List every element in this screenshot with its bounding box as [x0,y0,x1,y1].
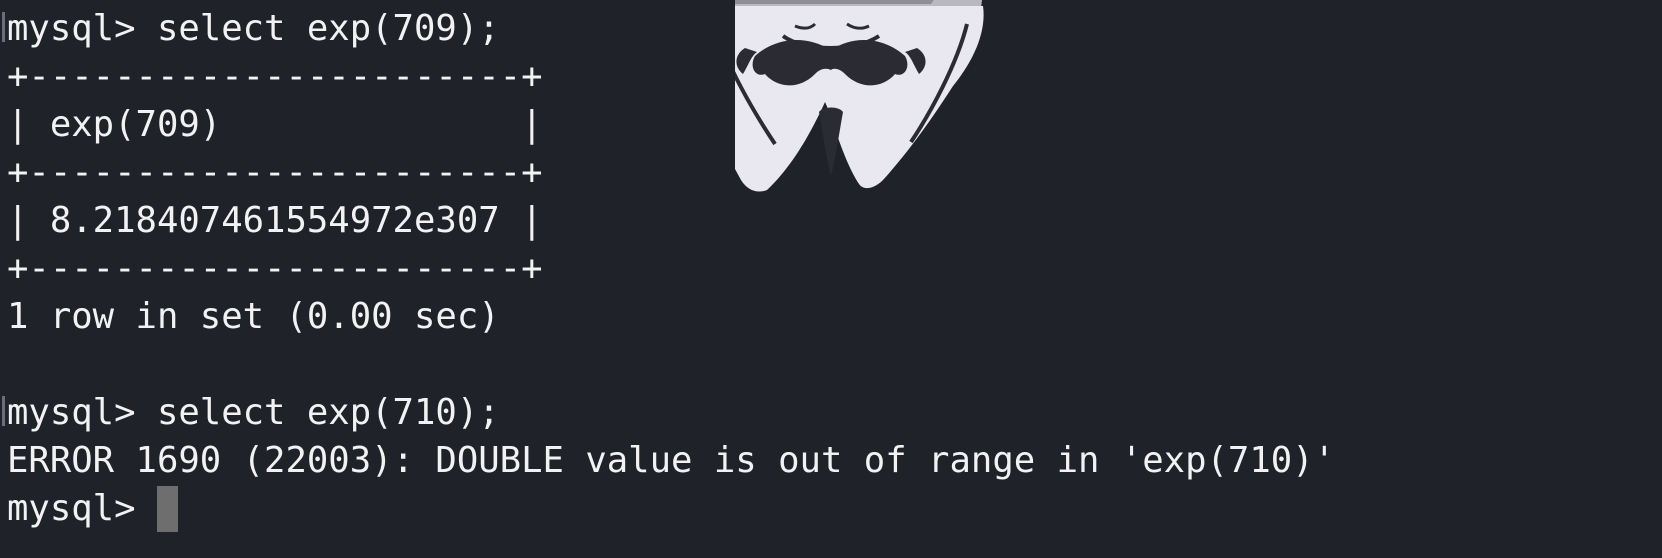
terminal-output[interactable]: mysql> select exp(709); +---------------… [7,5,1335,533]
error-message: ERROR 1690 (22003): DOUBLE value is out … [7,440,1336,481]
table-border: +-----------------------+ [7,248,543,289]
result-summary: 1 row in set (0.00 sec) [7,296,500,337]
table-border: +-----------------------+ [7,56,543,97]
command-line: mysql> select exp(710); [7,392,500,433]
prompt-label: mysql> [7,488,157,529]
prompt-marker [2,12,5,42]
terminal-window[interactable]: mysql> select exp(709); +---------------… [0,0,1662,558]
command-line: mysql> select exp(709); [7,8,500,49]
input-line[interactable]: mysql> [7,485,1335,533]
table-header-row: | exp(709) | [7,104,543,145]
prompt-marker [2,396,5,426]
table-border: +-----------------------+ [7,152,543,193]
table-row: | 8.218407461554972e307 | [7,200,543,241]
text-cursor[interactable] [156,486,178,532]
